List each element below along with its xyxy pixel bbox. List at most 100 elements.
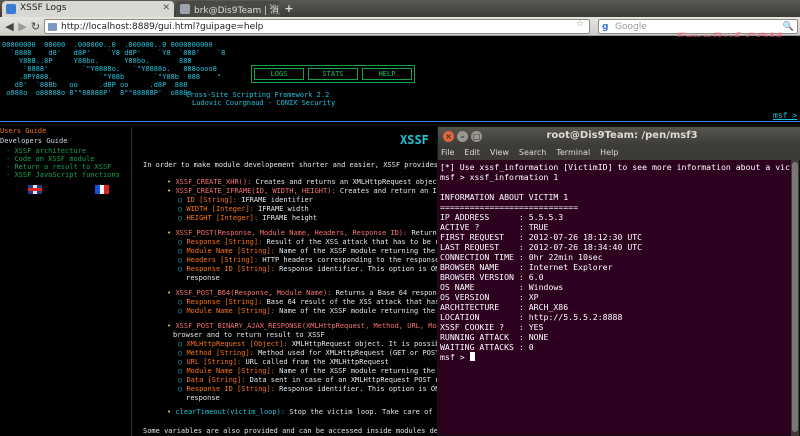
sidebar-item-developers-guide[interactable]: Developers Guide <box>0 137 67 145</box>
function-item: • XSSF_CREATE_IFRAME(ID, WIDTH, HEIGHT):… <box>167 187 475 195</box>
minimize-window-button[interactable]: – <box>457 131 468 142</box>
menu-file[interactable]: File <box>441 146 454 160</box>
terminal-window[interactable]: × – □ root@Dis9Team: /pen/msf3 File Edit… <box>437 126 800 436</box>
menu-view[interactable]: View <box>490 146 509 160</box>
terminal-line: BROWSER NAME : Internet Explorer <box>440 262 613 272</box>
maximize-window-button[interactable]: □ <box>471 131 482 142</box>
tab-title: brk@Dis9Team | 消灭阶级… <box>194 6 280 16</box>
terminal-titlebar[interactable]: × – □ root@Dis9Team: /pen/msf3 <box>438 127 800 146</box>
sidebar-item-js-functions[interactable]: - XSSF JavaScript functions <box>6 171 120 179</box>
tab-title: XSSF Logs <box>20 3 67 13</box>
xssf-nav: LOGS STATS HELP <box>251 65 415 83</box>
footer-text: Some variables are also provided and can… <box>143 427 485 435</box>
bookmark-star-icon[interactable]: ☆ <box>576 19 584 29</box>
author-tagline: Ludovic Courgnaud - CONIX Security <box>192 99 336 107</box>
msf-console-link[interactable]: msf > <box>773 111 797 120</box>
param-item: ○ Module Name [String]: Name of the XSSF… <box>178 247 457 255</box>
menu-edit[interactable]: Edit <box>464 146 480 160</box>
globe-icon <box>6 4 16 14</box>
new-tab-button[interactable]: + <box>282 2 296 15</box>
help-sidebar: Users Guide Developers Guide - XSSF arch… <box>0 127 132 436</box>
function-item: • XSSF_POST(Response, Module Name, Heade… <box>167 229 470 237</box>
france-flag-icon[interactable] <box>95 185 110 194</box>
scrollbar-thumb[interactable] <box>792 162 798 432</box>
terminal-line: LOCATION : http://5.5.5.2:8888 <box>440 312 623 322</box>
function-item: • XSSF_POST_B64(Response, Module Name): … <box>167 289 467 297</box>
terminal-line: ============================ <box>440 202 579 212</box>
nav-stats-button[interactable]: STATS <box>308 68 358 80</box>
param-item: ○ Module Name [String]: Name of the XSSF… <box>178 367 465 375</box>
terminal-line: RUNNING ATTACK : NONE <box>440 332 549 342</box>
sidebar-item-return-result[interactable]: - Return a result to XSSF <box>6 163 111 171</box>
terminal-title: root@Dis9Team: /pen/msf3 <box>546 130 698 141</box>
param-item: ○ Response ID [String]: Response identif… <box>178 265 444 273</box>
terminal-line: msf > xssf_information 1 <box>440 172 559 182</box>
terminal-prompt-line[interactable]: msf > <box>440 352 791 362</box>
terminal-line: IP ADDRESS : 5.5.5.3 <box>440 212 564 222</box>
google-icon: g <box>602 22 609 32</box>
terminal-line: OS VERSION : XP <box>440 292 539 302</box>
param-item: ○ URL [String]: URL called from the XMLH… <box>178 358 389 366</box>
divider <box>0 121 800 122</box>
sidebar-item-users-guide[interactable]: Users Guide <box>0 127 46 135</box>
reload-button[interactable]: ↻ <box>28 19 43 34</box>
terminal-prompt: msf > <box>440 352 470 362</box>
terminal-line: INFORMATION ABOUT VICTIM 1 <box>440 192 569 202</box>
close-window-button[interactable]: × <box>443 131 454 142</box>
close-icon[interactable]: ✕ <box>268 3 276 13</box>
function-item: • XSSF_CREATE_XHR(): Creates and returns… <box>167 178 471 186</box>
param-item: ○ Response [String]: Result of the XSS a… <box>178 238 457 246</box>
bullet-icon: • <box>167 408 172 416</box>
terminal-output[interactable]: [*] Use xssf_information [VictimID] to s… <box>438 160 800 436</box>
bullet-icon: • <box>167 289 172 297</box>
intro-text: In order to make module developement sho… <box>143 161 460 169</box>
xssf-ascii-logo: 00000000 00000 .000000..0 .000000..0 000… <box>2 41 226 97</box>
terminal-line: FIRST REQUEST : 2012-07-26 18:12:30 UTC <box>440 232 643 242</box>
tab-xssf-logs[interactable]: XSSF Logs ✕ <box>2 1 174 17</box>
param-item: ○ Data [String]: Data sent in case of an… <box>178 376 465 384</box>
bullet-icon: • <box>167 187 172 195</box>
tab-brk-dis9team[interactable]: brk@Dis9Team | 消灭阶级… ✕ <box>176 1 280 17</box>
terminal-line: ARCHITECTURE : ARCH_X86 <box>440 302 569 312</box>
param-item: ○ Module Name [String]: Name of the XSSF… <box>178 307 436 315</box>
terminal-menubar: File Edit View Search Terminal Help <box>438 146 800 160</box>
uk-flag-icon[interactable] <box>28 185 42 194</box>
sidebar-item-code-module[interactable]: - Code an XSSF module <box>6 155 95 163</box>
param-item: ○ XMLHttpRequest [Object]: XMLHttpReques… <box>178 340 448 348</box>
menu-terminal[interactable]: Terminal <box>556 146 590 160</box>
search-icon[interactable]: 🔍 <box>783 22 794 32</box>
param-item: ○ Response [String]: Base 64 result of t… <box>178 298 452 306</box>
bullet-icon: • <box>167 322 172 330</box>
terminal-line: CONNECTION TIME : 0hr 22min 10sec <box>440 252 603 262</box>
url-text: http://localhost:8889/gui.html?guipage=h… <box>61 22 264 32</box>
page-icon <box>180 4 190 14</box>
url-bar[interactable]: http://localhost:8889/gui.html?guipage=h… <box>44 19 590 34</box>
page-icon <box>48 23 57 31</box>
param-item: ○ Headers [String]: HTTP headers corresp… <box>178 256 457 264</box>
param-item: ○ Method [String]: Method used for XMLHt… <box>178 349 440 357</box>
terminal-line: [*] Use xssf_information [VictimID] to s… <box>440 162 800 172</box>
terminal-line: OS NAME : Windows <box>440 282 564 292</box>
menu-search[interactable]: Search <box>519 146 546 160</box>
sidebar-item-architecture[interactable]: - XSSF architecture <box>6 147 86 155</box>
function-continuation: browser and to return result to XSSF <box>173 331 325 339</box>
menu-help[interactable]: Help <box>600 146 618 160</box>
terminal-line: WAITING ATTACKS : 0 <box>440 342 534 352</box>
nav-help-button[interactable]: HELP <box>362 68 412 80</box>
param-item: ○ HEIGHT [Integer]: IFRAME height <box>178 214 318 222</box>
terminal-line: XSSF COOKIE ? : YES <box>440 322 544 332</box>
terminal-line: ACTIVE ? : TRUE <box>440 222 549 232</box>
nav-logs-button[interactable]: LOGS <box>254 68 304 80</box>
search-placeholder: Google <box>615 22 647 32</box>
close-icon[interactable]: ✕ <box>162 3 170 13</box>
terminal-line: BROWSER VERSION : 6.0 <box>440 272 544 282</box>
framework-tagline: Cross-Site Scripting Framework 2.2 <box>186 91 330 99</box>
terminal-line: LAST REQUEST : 2012-07-26 18:34:40 UTC <box>440 242 643 252</box>
terminal-scrollbar[interactable] <box>791 160 799 436</box>
browser-tabbar: XSSF Logs ✕ brk@Dis9Team | 消灭阶级… ✕ + <box>0 0 800 17</box>
bullet-icon: • <box>167 229 172 237</box>
param-continuation: response <box>186 394 220 402</box>
param-item: ○ WIDTH [Integer]: IFRAME width <box>178 205 309 213</box>
param-item: ○ ID [String]: IFRAME identifier <box>178 196 313 204</box>
